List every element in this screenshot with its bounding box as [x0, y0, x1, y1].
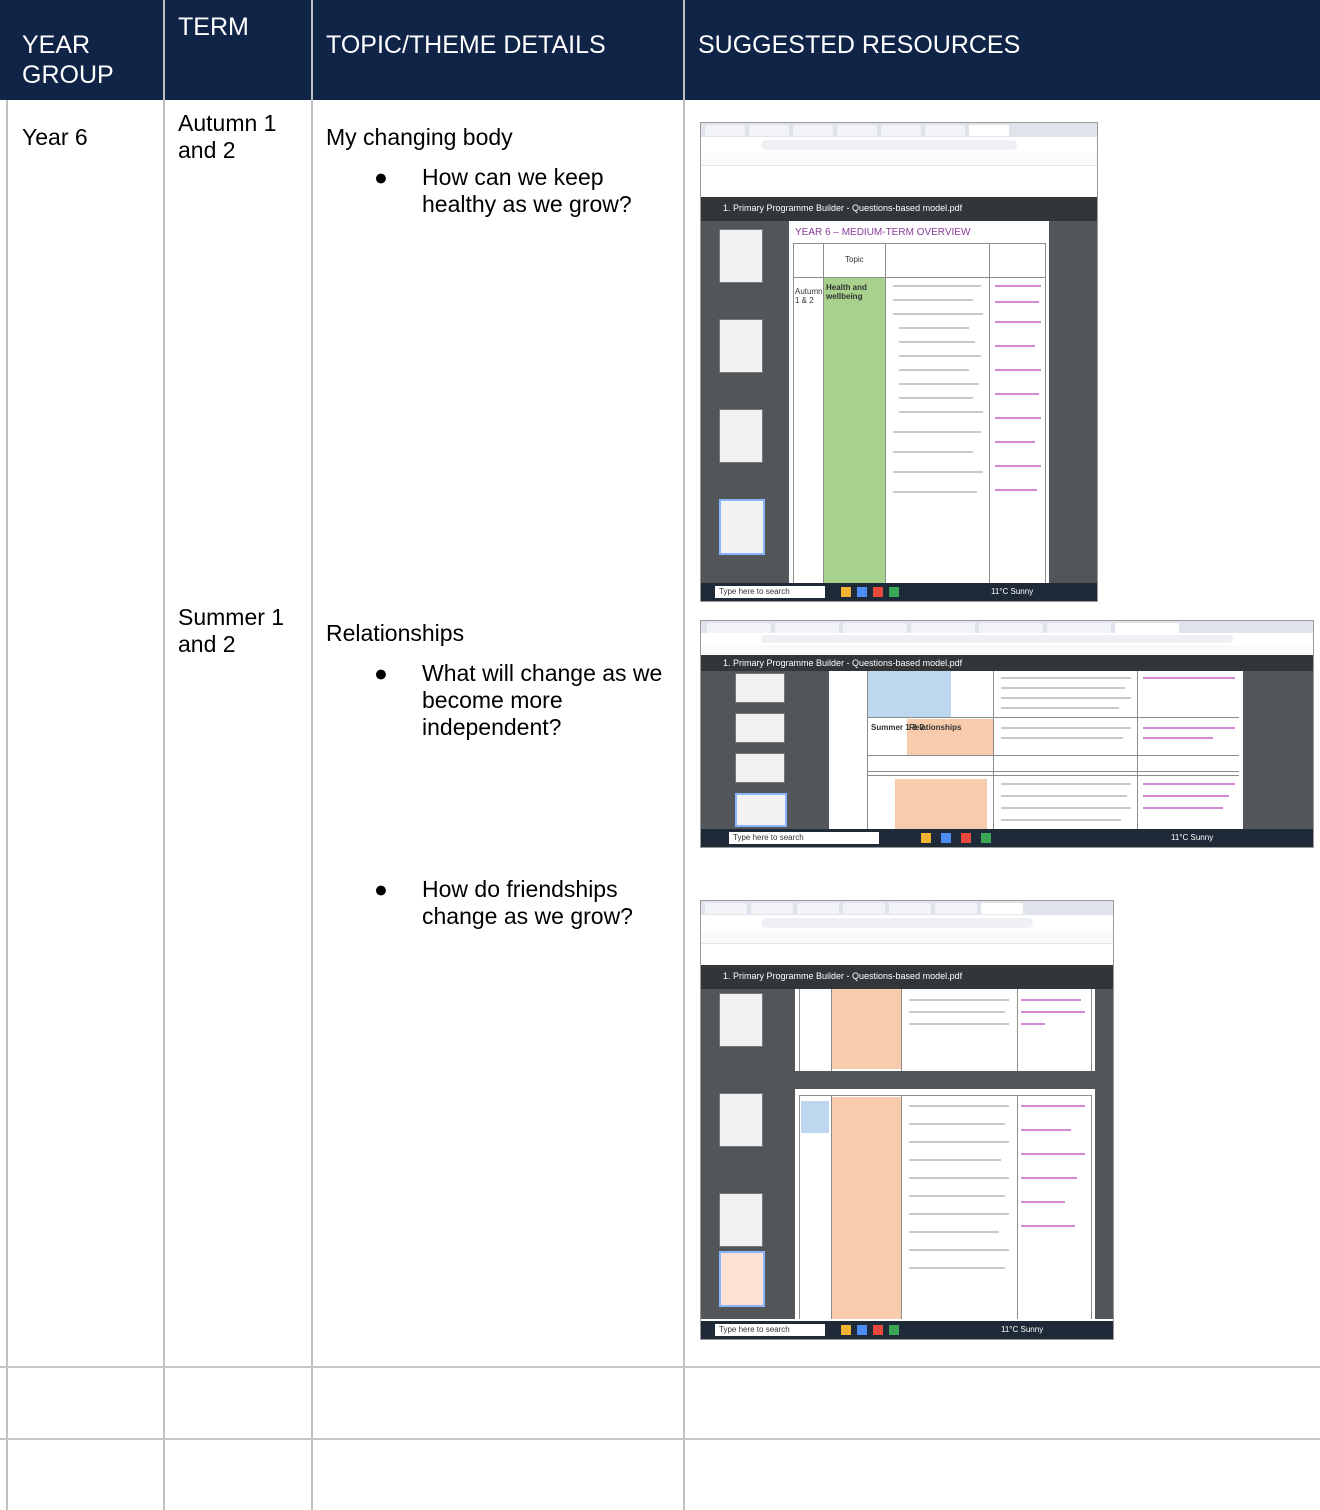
pdf-page-2 — [795, 1089, 1095, 1319]
bookmarks-bar — [701, 931, 1113, 944]
grid-line-h-1 — [0, 1366, 1320, 1368]
pdf-title: 1. Primary Programme Builder - Questions… — [723, 203, 963, 213]
header-topic-theme-details: TOPIC/THEME DETAILS — [326, 31, 606, 59]
browser-tab-bar — [701, 901, 1113, 915]
pdf-toolbar: 1. Primary Programme Builder - Questions… — [701, 655, 1313, 671]
bullet-dot: ● — [374, 876, 388, 902]
header-term: TERM — [178, 13, 249, 41]
pdf-page: Summer 1 & 2 Relationships — [837, 671, 1243, 829]
pdf-title: 1. Primary Programme Builder - Questions… — [723, 658, 963, 668]
year-group-cell: Year 6 — [22, 124, 88, 150]
grid-line-v-3 — [683, 0, 685, 1510]
health-heading: Health and wellbeing — [826, 283, 867, 301]
taskbar-weather: 11°C Sunny — [991, 587, 1034, 596]
windows-taskbar: Type here to search 11°C Sunny — [701, 583, 1097, 601]
browser-url-bar — [701, 137, 1097, 154]
pdf-toolbar: 1. Primary Programme Builder - Questions… — [701, 965, 1113, 989]
browser-url-bar — [701, 915, 1113, 932]
taskbar-search: Type here to search — [719, 587, 790, 596]
term-summer: Summer 1 and 2 — [178, 604, 285, 657]
header-year-group: YEAR GROUP — [22, 31, 114, 89]
pdf-thumbnails — [701, 989, 779, 1319]
term-autumn: Autumn 1 and 2 — [178, 110, 277, 163]
bookmarks-bar — [701, 153, 1097, 166]
bullet-autumn-text: How can we keep healthy as we grow? — [422, 164, 632, 217]
autumn-label: Autumn 1 & 2 — [795, 287, 823, 305]
browser-tab-bar — [701, 621, 1313, 634]
grid-line-h-2 — [0, 1438, 1320, 1440]
overview-heading: YEAR 6 – MEDIUM-TERM OVERVIEW — [795, 227, 971, 238]
relationships-heading: Relationships — [909, 723, 962, 732]
pdf-page — [795, 989, 1095, 1071]
topic-autumn-title: My changing body — [326, 124, 513, 150]
windows-taskbar: Type here to search 11°C Sunny — [701, 829, 1313, 847]
browser-tab-bar — [701, 123, 1097, 137]
bullet-dot: ● — [374, 164, 388, 190]
taskbar-weather: 11°C Sunny — [1001, 1325, 1044, 1334]
header-suggested-resources: SUGGESTED RESOURCES — [698, 31, 1021, 59]
pdf-thumbnails — [701, 671, 829, 829]
bullet-summer-1-text: What will change as we become more indep… — [422, 660, 663, 740]
col-topic: Topic — [845, 255, 864, 264]
pdf-toolbar: 1. Primary Programme Builder - Questions… — [701, 197, 1097, 221]
taskbar-search: Type here to search — [719, 1325, 790, 1334]
resource-screenshot-autumn: 1. Primary Programme Builder - Questions… — [700, 122, 1098, 602]
pdf-thumbnails — [701, 221, 779, 583]
resource-screenshot-summer-1: 1. Primary Programme Builder - Questions… — [700, 620, 1314, 848]
resource-screenshot-summer-2: 1. Primary Programme Builder - Questions… — [700, 900, 1114, 1340]
grid-line-v-left — [6, 100, 8, 1510]
taskbar-weather: 11°C Sunny — [1171, 833, 1214, 842]
grid-line-v-2 — [311, 0, 313, 1510]
grid-line-v-1 — [163, 0, 165, 1510]
bullet-summer-2-text: How do friendships change as we grow? — [422, 876, 633, 929]
bullet-dot: ● — [374, 660, 388, 686]
windows-taskbar: Type here to search 11°C Sunny — [701, 1321, 1113, 1339]
topic-summer-title: Relationships — [326, 620, 465, 646]
taskbar-search: Type here to search — [733, 833, 804, 842]
pdf-title: 1. Primary Programme Builder - Questions… — [723, 971, 963, 981]
pdf-page: YEAR 6 – MEDIUM-TERM OVERVIEW Autumn 1 &… — [789, 221, 1049, 583]
